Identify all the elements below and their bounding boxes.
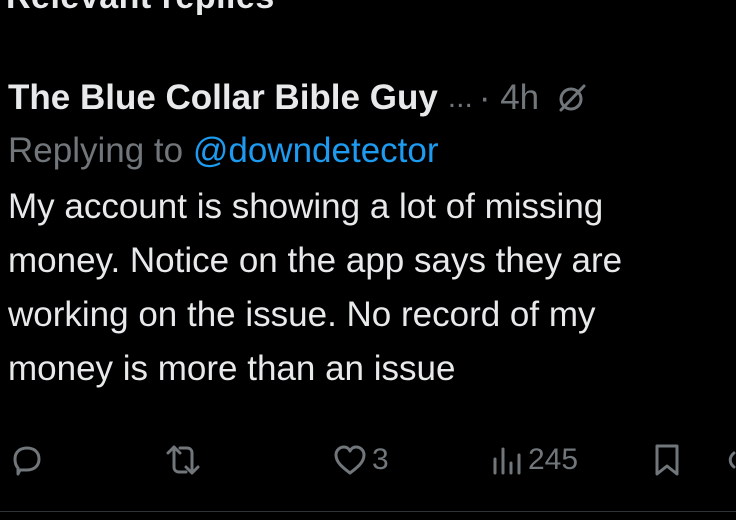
bookmark-icon — [655, 444, 679, 476]
tweet-text-line: money. Notice on the app says they are — [8, 241, 623, 280]
reply-button[interactable] — [10, 438, 44, 482]
tweet-text-line: My account is showing a lot of missing — [8, 187, 604, 226]
tweet-text-line: money is more than an issue — [8, 349, 456, 388]
share-button[interactable] — [722, 438, 736, 482]
retweet-icon — [166, 445, 200, 475]
author-name[interactable]: The Blue Collar Bible Guy — [8, 78, 438, 118]
tweet-header: The Blue Collar Bible Guy ... · 4h — [8, 72, 736, 124]
view-count: 245 — [528, 443, 579, 476]
heart-icon — [334, 445, 366, 475]
tweet[interactable]: The Blue Collar Bible Guy ... · 4h Reply… — [8, 72, 736, 396]
views-icon — [493, 447, 521, 475]
replying-to-label: Replying to — [8, 131, 184, 170]
replying-to: Replying to @downdetector — [8, 128, 736, 174]
bottom-divider — [0, 511, 736, 512]
tweet-text-line: working on the issue. No record of my — [8, 295, 596, 334]
tweet-time[interactable]: · 4h — [479, 78, 539, 118]
name-ellipsis: ... — [447, 81, 473, 114]
retweet-button[interactable] — [162, 438, 204, 482]
grok-icon[interactable] — [557, 83, 587, 113]
tweet-actions: 3 245 — [0, 438, 736, 482]
bookmark-button[interactable] — [652, 438, 682, 482]
like-count: 3 — [372, 443, 389, 476]
replying-to-handle[interactable]: @downdetector — [193, 131, 439, 170]
views-button[interactable]: 245 — [490, 438, 578, 482]
tweet-text: My account is showing a lot of missing m… — [8, 180, 736, 396]
like-button[interactable]: 3 — [332, 438, 389, 482]
reply-icon — [13, 446, 41, 476]
section-title-cut: Relevant replies — [6, 0, 275, 17]
share-icon — [728, 451, 736, 469]
